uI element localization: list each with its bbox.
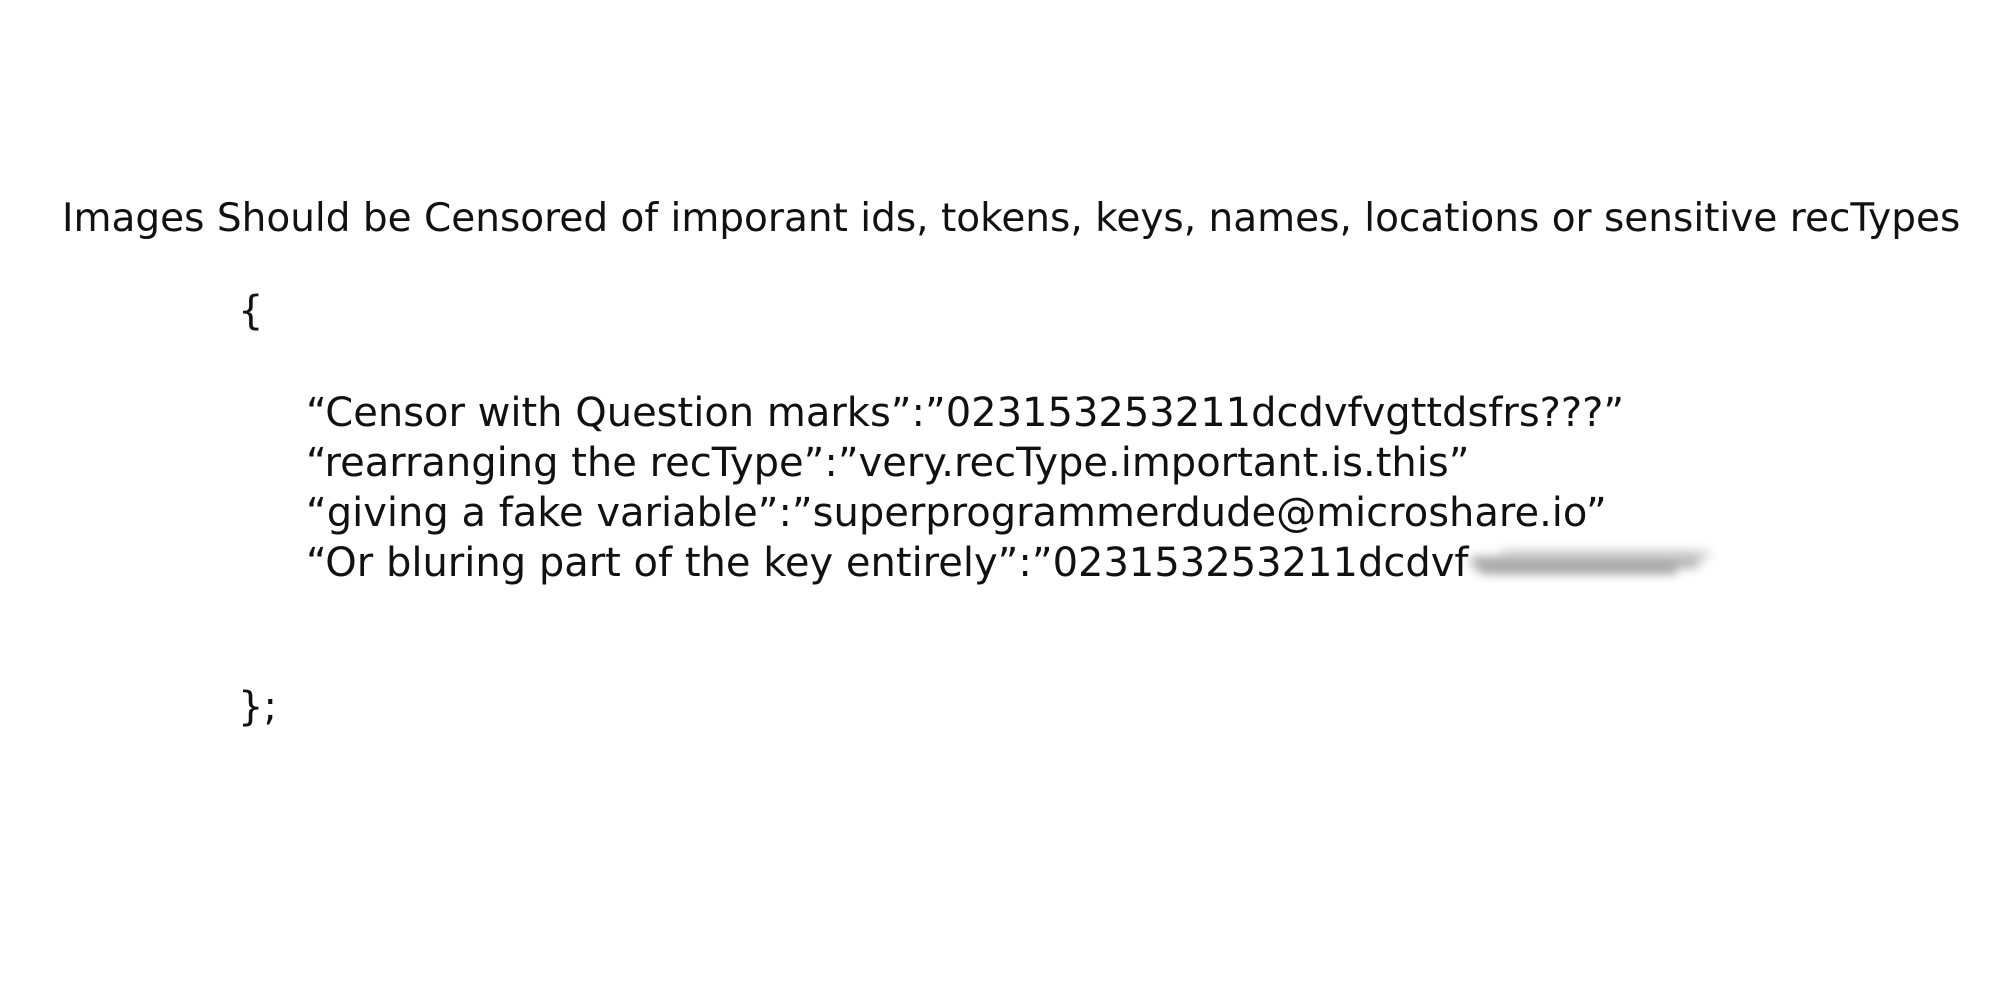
opening-brace: { xyxy=(238,288,264,334)
blurred-key-visible-text: “Or bluring part of the key entirely”:”0… xyxy=(306,540,1469,586)
blurred-key-smudge xyxy=(1470,550,1716,576)
code-line-question-marks: “Censor with Question marks”:”0231532532… xyxy=(306,390,1625,436)
closing-brace: }; xyxy=(238,684,277,730)
page-heading: Images Should be Censored of imporant id… xyxy=(62,196,1961,241)
code-line-fake-variable: “giving a fake variable”:”superprogramme… xyxy=(306,490,1607,536)
code-line-rearranged-rectype: “rearranging the recType”:”very.recType.… xyxy=(306,440,1470,486)
code-line-blurred-key: “Or bluring part of the key entirely”:”0… xyxy=(306,538,1716,588)
